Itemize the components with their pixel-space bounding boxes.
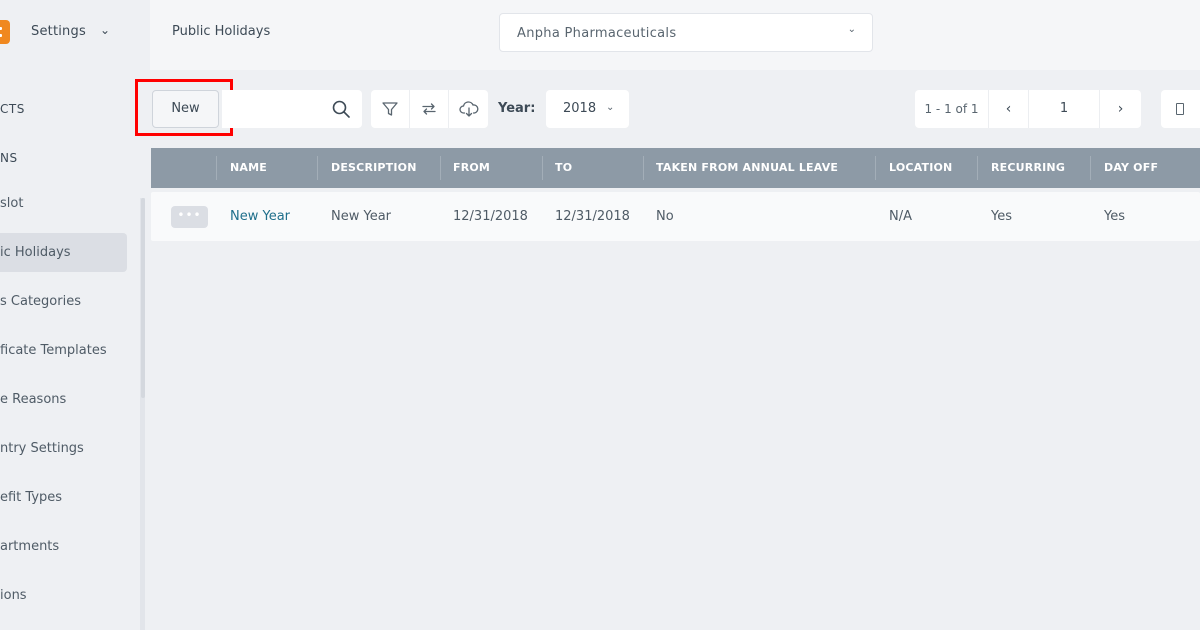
holiday-from-date: 12/31/2018 [453,209,528,224]
sidebar: CTS NS slot ic Holidays s Categories fic… [0,70,145,630]
table-tools [371,90,488,128]
holiday-recurring: Yes [991,209,1012,224]
year-select[interactable]: 2018 ⌄ [546,90,629,128]
pagination-count: 1 - 1 of 1 [915,90,989,128]
column-header-location[interactable]: LOCATION [889,148,952,188]
column-divider [317,156,318,180]
filter-button[interactable] [371,90,410,128]
holiday-taken-from-annual-leave: No [656,209,674,224]
sidebar-item[interactable]: artments [0,539,59,554]
column-header-recurring[interactable]: RECURRING [991,148,1065,188]
pagination: 1 - 1 of 1 ‹ 1 › [915,90,1141,128]
column-divider [440,156,441,180]
chevron-down-icon[interactable]: ⌄ [100,23,110,37]
sync-icon [422,103,436,115]
logo-icon [0,20,10,44]
column-header-to[interactable]: TO [555,148,572,188]
sidebar-item[interactable]: e Reasons [0,392,66,407]
company-select-value: Anpha Pharmaceuticals [517,26,677,41]
column-divider [542,156,543,180]
chevron-right-icon[interactable]: › [1100,90,1141,128]
sidebar-item[interactable]: ions [0,588,27,603]
page-number-input[interactable]: 1 [1029,90,1100,128]
search-icon[interactable] [332,100,350,118]
top-bar: Settings ⌄ Public Holidays Anpha Pharmac… [0,0,1200,70]
chevron-down-icon: ⌄ [847,24,856,35]
table-row[interactable]: ••• New Year New Year 12/31/2018 12/31/2… [151,192,1200,241]
search-input[interactable] [222,90,362,128]
sidebar-item[interactable]: slot [0,196,23,211]
sidebar-section-header[interactable]: NS [0,151,18,165]
sidebar-section-header[interactable]: CTS [0,102,25,116]
app-title[interactable]: Settings [31,24,86,39]
sidebar-item[interactable]: s Categories [0,294,81,309]
sync-button[interactable] [410,90,449,128]
column-header-name[interactable]: NAME [230,148,267,188]
download-button[interactable] [449,90,488,128]
sidebar-item[interactable]: ficate Templates [0,343,107,358]
holiday-name-link[interactable]: New Year [230,192,290,241]
holiday-to-date: 12/31/2018 [555,209,630,224]
column-divider [216,156,217,180]
sidebar-scrollbar-thumb[interactable] [141,198,145,398]
chevron-left-icon[interactable]: ‹ [989,90,1029,128]
download-icon [458,101,478,117]
column-divider [643,156,644,180]
column-divider [875,156,876,180]
column-divider [1090,156,1091,180]
view-toggle-icon [1176,103,1184,115]
year-select-value: 2018 [563,101,597,116]
holiday-location: N/A [889,209,912,224]
company-select[interactable]: Anpha Pharmaceuticals ⌄ [499,13,873,52]
sidebar-item[interactable]: efit Types [0,490,62,505]
page-title: Public Holidays [172,24,271,39]
brand[interactable]: Settings ⌄ [0,0,150,70]
column-header-taken-from-annual-leave[interactable]: TAKEN FROM ANNUAL LEAVE [656,148,838,188]
highlight-annotation [135,79,233,136]
view-toggle-button[interactable] [1161,90,1200,128]
column-divider [977,156,978,180]
column-header-day-off[interactable]: DAY OFF [1104,148,1158,188]
sidebar-item[interactable]: ntry Settings [0,441,84,456]
holiday-description: New Year [331,209,392,224]
chevron-down-icon: ⌄ [606,102,615,113]
column-header-description[interactable]: DESCRIPTION [331,148,417,188]
table-header: NAME DESCRIPTION FROM TO TAKEN FROM ANNU… [151,148,1200,188]
filter-icon [382,102,398,116]
holiday-day-off: Yes [1104,209,1125,224]
column-header-from[interactable]: FROM [453,148,490,188]
more-icon[interactable]: ••• [171,206,208,228]
sidebar-item-public-holidays[interactable]: ic Holidays [0,245,71,260]
year-label: Year: [498,101,536,116]
